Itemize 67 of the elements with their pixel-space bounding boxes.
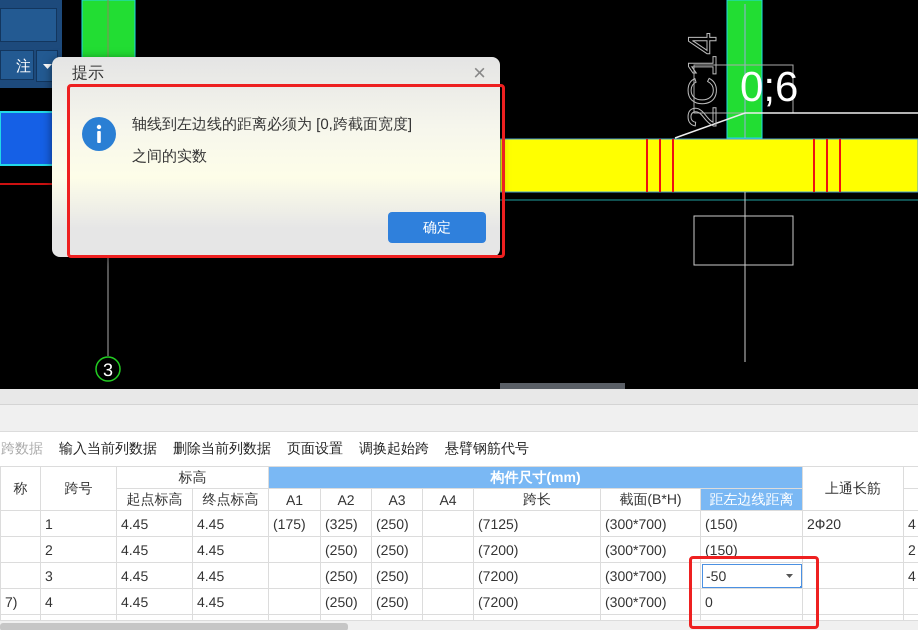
- axis-marker: [95, 356, 121, 382]
- table-cell: (250): [372, 536, 422, 562]
- caret-icon: [786, 574, 794, 578]
- table-cell: (175): [268, 510, 320, 536]
- toolbar-button[interactable]: 页面设置: [287, 440, 343, 458]
- dropdown-field[interactable]: -50: [702, 564, 802, 588]
- column-header: A4: [422, 488, 474, 510]
- table-cell: (7200): [474, 588, 600, 614]
- table-cell: 4.45: [116, 562, 192, 588]
- table-cell: 1: [40, 510, 116, 536]
- table-cell: (300*700): [600, 536, 700, 562]
- column-header: 截面(B*H): [600, 488, 700, 510]
- column-header: 构件尺寸(mm): [268, 466, 803, 488]
- table-cell: (250): [320, 588, 372, 614]
- table-cell: (150): [700, 536, 803, 562]
- table-cell: 7): [0, 588, 40, 614]
- column-header: A2: [320, 488, 372, 510]
- toolbar-button[interactable]: 注: [0, 50, 34, 80]
- table-cell: (7125): [474, 510, 600, 536]
- column-header: 终点标高: [192, 488, 268, 510]
- toolbar-button[interactable]: 调换起始跨: [359, 440, 429, 458]
- table-cell: 4.45: [116, 536, 192, 562]
- table-cell: 2Ф20: [802, 510, 904, 536]
- column-header: A3: [372, 488, 422, 510]
- table-cell: 0: [700, 588, 803, 614]
- table-cell: 4.45: [192, 562, 268, 588]
- table-cell: (325): [320, 510, 372, 536]
- table-cell: (7200): [474, 536, 600, 562]
- table-cell: 4.45: [192, 536, 268, 562]
- column-header: 称: [0, 466, 40, 510]
- axis-number: 3: [103, 360, 113, 380]
- toolbar-button[interactable]: 删除当前列数据: [173, 440, 271, 458]
- table-cell: 4.45: [192, 510, 268, 536]
- table-cell: (250): [320, 562, 372, 588]
- table-cell: (300*700): [600, 510, 700, 536]
- table-cell: 4: [40, 588, 116, 614]
- table-cell: 4.45: [116, 588, 192, 614]
- table-cell: 4.45: [192, 588, 268, 614]
- dialog-message: 轴线到左边线的距离必须为 [0,跨截面宽度] 之间的实数: [132, 115, 412, 167]
- table-cell: 3: [40, 562, 116, 588]
- dialog-title: 提示: [72, 64, 104, 84]
- splitter-handle[interactable]: [500, 383, 625, 389]
- toolbar-button[interactable]: [0, 8, 57, 42]
- table-cell: (250): [320, 536, 372, 562]
- caret-icon: [42, 64, 52, 68]
- scrollbar-thumb[interactable]: [0, 623, 348, 630]
- table-cell: 2: [40, 536, 116, 562]
- table-cell: (250): [372, 588, 422, 614]
- column-header: 起点标高: [116, 488, 192, 510]
- column-header: 跨长: [474, 488, 600, 510]
- column-header: A1: [268, 488, 320, 510]
- info-icon: [82, 117, 116, 151]
- rebar-label: 2C14: [681, 32, 725, 128]
- ok-button[interactable]: 确定: [388, 212, 486, 243]
- table-cell: (300*700): [600, 562, 700, 588]
- table-cell: (250): [372, 510, 422, 536]
- table-cell: (150): [700, 510, 803, 536]
- table-cell: (250): [372, 562, 422, 588]
- column-header: 上通长筋: [802, 466, 904, 510]
- column-header: 跨号: [40, 466, 116, 510]
- column-header: 距左边线距离: [700, 488, 803, 510]
- table-cell: (300*700): [600, 588, 700, 614]
- toolbar-button[interactable]: 悬臂钢筋代号: [445, 440, 529, 458]
- column-header: 标高: [116, 466, 268, 488]
- table-cell: 4.45: [116, 510, 192, 536]
- table-cell: (7200): [474, 562, 600, 588]
- toolbar-button[interactable]: 输入当前列数据: [59, 440, 157, 458]
